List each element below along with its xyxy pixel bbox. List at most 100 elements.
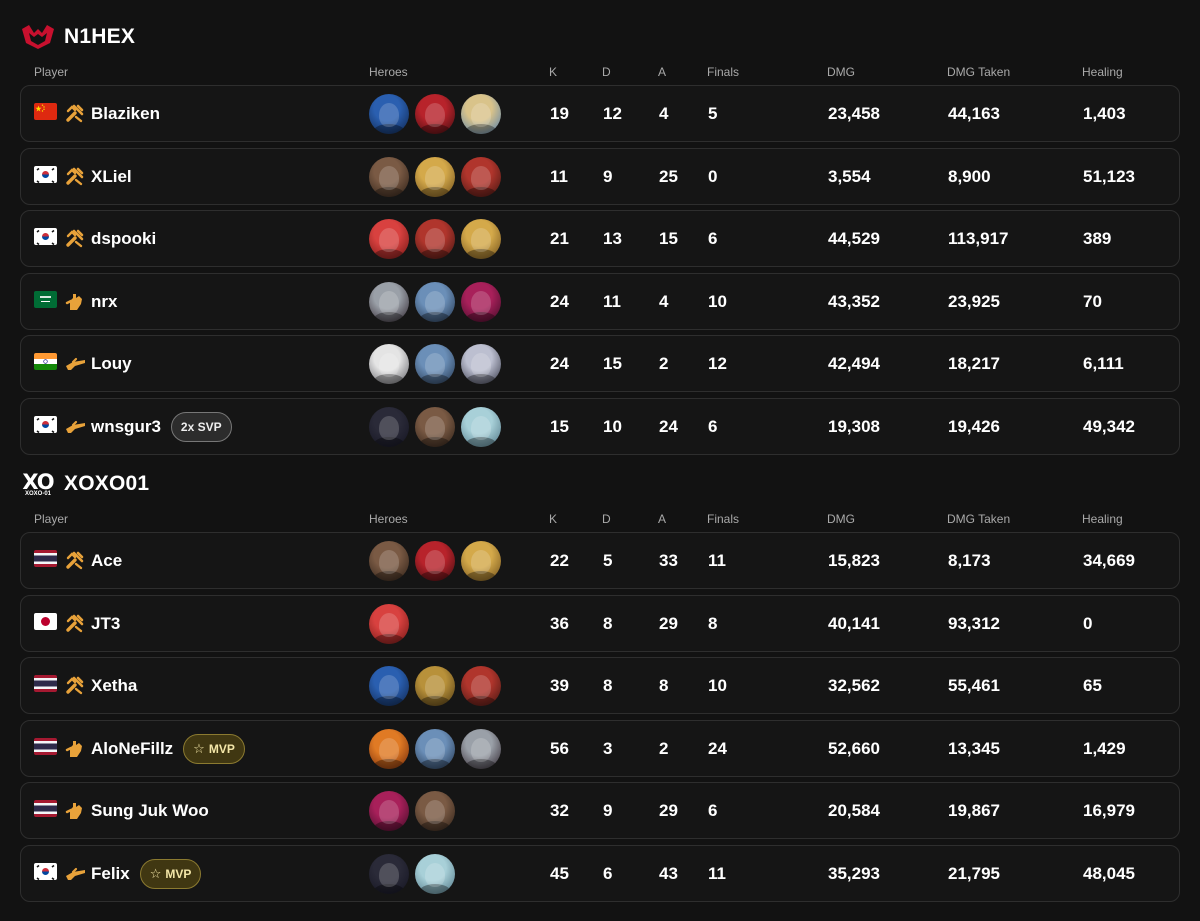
stat-finals: 6 — [708, 416, 718, 436]
jeff-the-land-shark-hero-icon[interactable] — [369, 604, 409, 644]
column-header-healing: Healing — [1082, 65, 1123, 79]
player-row[interactable]: Blaziken 19 12 4 5 23,458 44,163 1,403 — [20, 85, 1180, 142]
magik-hero-icon[interactable] — [461, 729, 501, 769]
jeff-the-land-shark-hero-icon[interactable] — [369, 219, 409, 259]
luna-snow-hero-icon[interactable] — [461, 407, 501, 447]
star-icon: ☆ — [193, 740, 205, 756]
player-name[interactable]: XLiel — [91, 167, 132, 187]
magik-hero-icon[interactable] — [369, 282, 409, 322]
svp-badge: 2x SVP — [170, 411, 232, 442]
stat-finals: 8 — [708, 613, 718, 633]
stat-dmg-taken: 8,900 — [948, 166, 991, 186]
deadpool-hero-icon[interactable] — [415, 94, 455, 134]
column-header-d: D — [602, 512, 611, 526]
team-name: N1HEX — [64, 25, 136, 48]
player-row[interactable]: nrx 24 11 4 10 43,352 23,925 70 — [20, 273, 1180, 330]
player-row[interactable]: Sung Juk Woo 32 9 29 6 20,584 19,867 16,979 — [20, 782, 1180, 839]
captain-america-hero-icon[interactable] — [369, 666, 409, 706]
player-name-cell: XLiel — [91, 149, 132, 204]
player-row[interactable]: Xetha 39 8 8 10 32,562 55,461 65 — [20, 657, 1180, 714]
player-row[interactable]: AloNeFillz ☆ MVP 56 3 2 24 52,660 13,345 1,429 — [20, 720, 1180, 777]
player-row[interactable]: wnsgur3 2x SVP 15 10 24 6 19,308 19,426 49,342 — [20, 398, 1180, 455]
player-row[interactable]: JT3 36 8 29 8 40,141 93,312 0 — [20, 595, 1180, 652]
invisible-woman-hero-icon[interactable] — [461, 94, 501, 134]
doctor-strange-hero-icon[interactable] — [415, 219, 455, 259]
player-row[interactable]: XLiel 11 9 25 0 3,554 8,900 51,123 — [20, 148, 1180, 205]
stat-d: 8 — [603, 613, 613, 633]
player-row[interactable]: Ace 22 5 33 11 15,823 8,173 34,669 — [20, 532, 1180, 589]
player-name[interactable]: Xetha — [91, 676, 137, 696]
stat-k: 15 — [550, 416, 569, 436]
stat-d: 13 — [603, 228, 622, 248]
groot-hero-icon[interactable] — [415, 666, 455, 706]
psylocke-hero-icon[interactable] — [369, 791, 409, 831]
player-row[interactable]: dspooki 21 13 15 6 44,529 113,917 389 — [20, 210, 1180, 267]
column-header-k: K — [549, 65, 558, 79]
stat-finals: 24 — [708, 738, 727, 758]
heroes-list — [369, 157, 501, 197]
player-name[interactable]: Louy — [91, 354, 132, 374]
player-name[interactable]: AloNeFillz — [91, 739, 173, 759]
stat-k: 22 — [550, 550, 569, 570]
stat-a: 33 — [659, 550, 678, 570]
player-name[interactable]: JT3 — [91, 614, 120, 634]
stat-finals: 0 — [708, 166, 718, 186]
stat-finals: 11 — [708, 550, 726, 570]
human-torch-hero-icon[interactable] — [369, 729, 409, 769]
rocket-raccoon-hero-icon[interactable] — [415, 407, 455, 447]
stat-a: 4 — [659, 291, 669, 311]
adam-warlock-hero-icon[interactable] — [461, 541, 501, 581]
stat-d: 15 — [603, 353, 622, 373]
strategist-role-icon — [64, 549, 86, 571]
stat-k: 19 — [550, 103, 569, 123]
player-name[interactable]: wnsgur3 — [91, 417, 161, 437]
player-name[interactable]: Blaziken — [91, 104, 160, 124]
black-widow-hero-icon[interactable] — [369, 854, 409, 894]
player-name[interactable]: Sung Juk Woo — [91, 801, 209, 821]
star-lord-hero-icon[interactable] — [415, 344, 455, 384]
stat-healing: 389 — [1083, 228, 1112, 248]
stat-d: 12 — [603, 103, 622, 123]
player-row[interactable]: Felix ☆ MVP 45 6 43 11 35,293 21,795 48,045 — [20, 845, 1180, 902]
star-lord-hero-icon[interactable] — [415, 729, 455, 769]
player-name[interactable]: Ace — [91, 551, 122, 571]
adam-warlock-hero-icon[interactable] — [415, 157, 455, 197]
deadpool-hero-icon[interactable] — [415, 541, 455, 581]
stat-healing: 70 — [1083, 291, 1102, 311]
stat-finals: 12 — [708, 353, 727, 373]
black-widow-hero-icon[interactable] — [369, 407, 409, 447]
player-name[interactable]: dspooki — [91, 229, 156, 249]
player-row[interactable]: Louy 24 15 2 12 42,494 18,217 6,111 — [20, 335, 1180, 392]
stat-dmg: 15,823 — [828, 550, 880, 570]
column-headers: Player Heroes K D A Finals DMG DMG Taken Healing — [20, 65, 1180, 83]
doctor-strange-hero-icon[interactable] — [461, 157, 501, 197]
stat-finals: 6 — [708, 228, 718, 248]
badge-label: MVP — [165, 866, 192, 881]
south-korea-flag-icon — [34, 416, 57, 433]
south-korea-flag-icon — [34, 166, 57, 183]
badge-label: 2x SVP — [180, 419, 222, 434]
captain-america-hero-icon[interactable] — [369, 94, 409, 134]
saudi-arabia-flag-icon — [34, 291, 57, 308]
column-header-dmg: DMG — [827, 512, 855, 526]
stat-dmg-taken: 19,426 — [948, 416, 1000, 436]
moon-knight-hero-icon[interactable] — [369, 344, 409, 384]
black-cat-hero-icon[interactable] — [461, 344, 501, 384]
doctor-strange-hero-icon[interactable] — [461, 666, 501, 706]
rocket-raccoon-hero-icon[interactable] — [415, 791, 455, 831]
rocket-raccoon-hero-icon[interactable] — [369, 157, 409, 197]
star-lord-hero-icon[interactable] — [415, 282, 455, 322]
column-header-player: Player — [34, 65, 69, 79]
adam-warlock-hero-icon[interactable] — [461, 219, 501, 259]
stat-dmg-taken: 55,461 — [948, 675, 1000, 695]
stat-dmg-taken: 21,795 — [948, 863, 1000, 883]
column-header-d: D — [602, 65, 611, 79]
player-name[interactable]: Felix — [91, 864, 130, 884]
psylocke-hero-icon[interactable] — [461, 282, 501, 322]
column-header-dmg-taken: DMG Taken — [947, 65, 1011, 79]
stat-k: 11 — [550, 166, 568, 186]
rocket-raccoon-hero-icon[interactable] — [369, 541, 409, 581]
stat-d: 10 — [603, 416, 622, 436]
luna-snow-hero-icon[interactable] — [415, 854, 455, 894]
player-name[interactable]: nrx — [91, 292, 117, 312]
